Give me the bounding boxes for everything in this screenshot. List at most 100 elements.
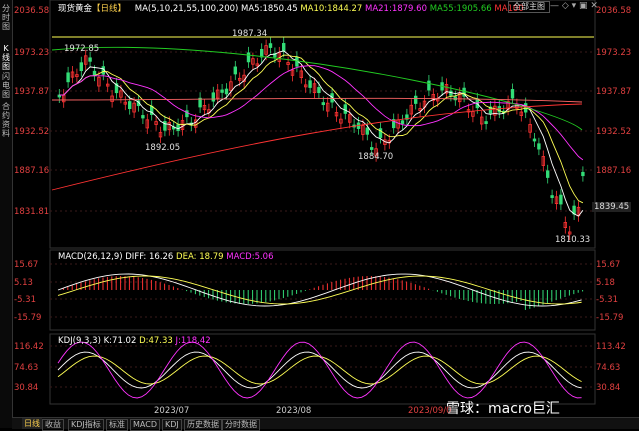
kdj-k: K:71.02 (103, 336, 137, 346)
macd-legend: MACD(26,12,9) DIFF: 16.26 DEA: 18.79 MAC… (58, 252, 274, 262)
j-line (57, 341, 582, 399)
k-line (57, 351, 582, 389)
right-axis-label: 15.67 (596, 260, 621, 270)
left-axis-label: 1831.81 (14, 207, 50, 217)
chart-canvas[interactable] (12, 0, 639, 417)
candle-body (427, 80, 431, 91)
candle-body (281, 43, 286, 52)
candle-body (546, 170, 550, 178)
ma200-line (51, 103, 583, 191)
left-axis-label: 116.42 (14, 342, 44, 352)
kdj-legend: KDJ(9,3,3) K:71.02 D:47.33 J:118.42 (58, 336, 211, 346)
x-axis-label: 2023/08 (276, 406, 312, 416)
current-price-tag: 1839.45 (592, 202, 632, 212)
candle-body (233, 66, 237, 75)
left-axis-label: 15.67 (14, 260, 39, 270)
candle-body (92, 70, 97, 76)
side-tab-flash[interactable]: 闪电图 (1, 72, 11, 99)
ma21-value: MA21:1879.60 (365, 4, 427, 14)
candle-body (268, 43, 273, 48)
ma55-value: MA55:1905.66 (429, 4, 492, 14)
right-axis-label: -5.31 (596, 295, 618, 305)
candle-body (550, 195, 554, 198)
toolbar-button[interactable]: 分时数据 (222, 419, 260, 431)
side-tab-kline[interactable]: K线图 (1, 44, 11, 71)
x-axis-label: 2023/07 (154, 406, 190, 416)
toolbar-button[interactable]: 标准 (106, 419, 128, 431)
left-axis-label: 5.13 (14, 278, 33, 288)
ma-params: MA(5,10,21,55,100,200) (134, 4, 239, 14)
candle-body (532, 138, 537, 142)
low-label: 1884.70 (358, 152, 394, 162)
candle-body (211, 92, 215, 102)
toolbar-button[interactable]: 收益 (42, 419, 64, 431)
candle-body (365, 127, 369, 135)
right-axis-label: 1973.23 (596, 48, 632, 58)
right-axis-label: 74.63 (596, 363, 621, 373)
low-label: 1810.33 (555, 235, 591, 245)
toolbar-button[interactable]: KDJ (162, 419, 182, 431)
left-axis-label: 74.63 (14, 363, 39, 373)
ma10-line (59, 54, 584, 204)
macd-params: MACD(26,12,9) (58, 252, 123, 262)
candle-body (79, 62, 83, 72)
ma5-line (59, 50, 584, 217)
kdj-params: KDJ(9,3,3) (58, 336, 101, 346)
left-axis-label: 1973.23 (14, 48, 50, 58)
ma5-value: MA5:1850.45 (241, 4, 298, 14)
side-tab-timeshare[interactable]: 分时图 (1, 4, 11, 31)
toolbar-button[interactable]: MACD (130, 419, 160, 431)
right-axis-label: -15.79 (596, 313, 624, 323)
low-label: 1892.05 (145, 143, 181, 153)
ma10-value: MA10:1844.27 (300, 4, 363, 14)
ma55-line (51, 46, 583, 131)
candle-body (537, 143, 541, 150)
candle-body (88, 57, 92, 62)
toolbar-button[interactable]: KDJ指标 (68, 419, 104, 431)
right-axis-label: 113.42 (596, 342, 626, 352)
right-axis-label: 30.84 (596, 383, 621, 393)
right-axis-label: 1932.52 (596, 127, 632, 137)
left-axis-label: 30.84 (14, 383, 39, 393)
d-line (57, 355, 582, 385)
high-label: 1972.85 (64, 44, 100, 54)
candle-body (220, 89, 224, 93)
right-axis-label: 1937.87 (596, 87, 632, 97)
candle-body (308, 80, 312, 88)
candle-body (141, 115, 145, 119)
candle-body (246, 52, 251, 63)
bottom-toolbar: 日线 收益 KDJ指标 标准 MACD KDJ 历史数据 分时数据 (12, 417, 639, 431)
candle-body (453, 96, 457, 101)
candle-body (581, 171, 585, 177)
candle-body (369, 147, 374, 150)
candle-body (343, 104, 347, 114)
candle-body (400, 120, 405, 125)
left-axis-label: -5.31 (14, 295, 36, 305)
right-axis-label: 1887.16 (596, 166, 632, 176)
all-indicators-button[interactable]: 全部主图 (508, 1, 550, 13)
candle-body (259, 48, 264, 58)
macd-diff: DIFF: 16.26 (125, 252, 174, 262)
window-controls[interactable]: — ◇ ▾ ▣ ✕ (550, 1, 598, 12)
candle-body (559, 194, 563, 205)
macd-dea: DEA: 18.79 (176, 252, 224, 262)
candle-body (484, 121, 488, 124)
period-tab-daily[interactable]: 日线 (22, 418, 42, 429)
left-axis-label: 1932.52 (14, 127, 50, 137)
high-label: 1987.34 (232, 29, 268, 39)
toolbar-button[interactable]: 历史数据 (184, 419, 222, 431)
main-legend: 现货黄金【日线】 MA(5,10,21,55,100,200) MA5:1850… (58, 2, 524, 14)
candle-body (66, 72, 70, 83)
side-tab-contract-info[interactable]: 合约资料 (1, 102, 11, 138)
kdj-d: D:47.33 (139, 336, 173, 346)
candle-body (321, 102, 325, 106)
candle-body (317, 87, 321, 94)
left-axis-label: -15.79 (14, 313, 42, 323)
watermark: 雪球：macro巨汇 (446, 401, 560, 417)
macd-macd: MACD:5.06 (226, 252, 274, 262)
symbol-name: 现货黄金 (58, 4, 93, 14)
kdj-j: J:118.42 (175, 336, 211, 346)
left-axis-label: 2036.58 (14, 6, 50, 16)
candle-body (510, 89, 515, 99)
candle-body (413, 95, 418, 104)
